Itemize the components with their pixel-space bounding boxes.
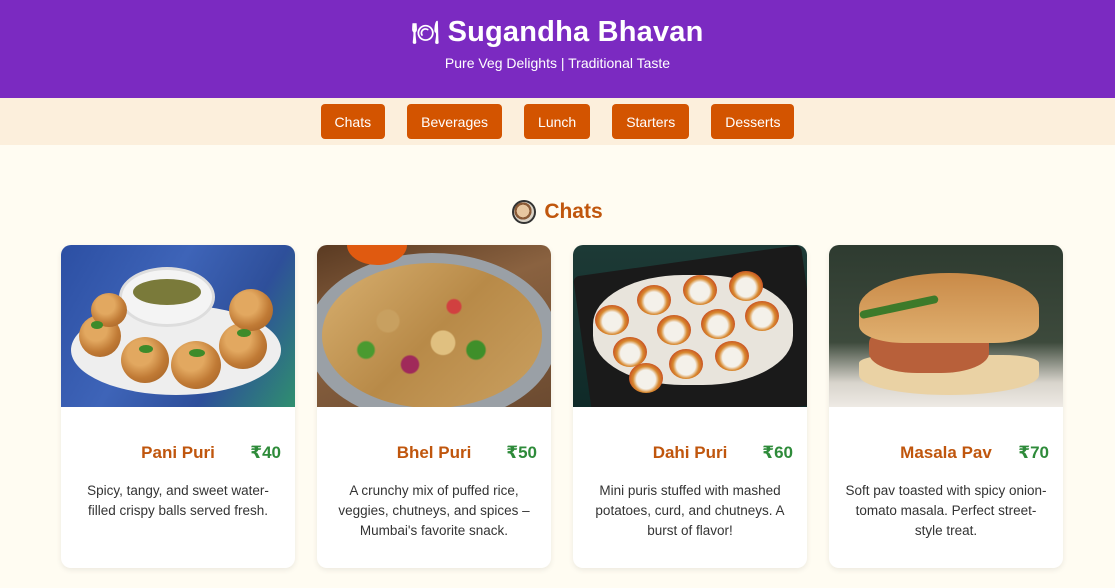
nav-button-desserts[interactable]: Desserts <box>711 104 795 139</box>
pani-puri-image <box>61 245 295 407</box>
category-nav: Chats Beverages Lunch Starters Desserts <box>0 98 1115 145</box>
masala-pav-image <box>829 245 1063 407</box>
item-price: ₹70 <box>1018 443 1049 462</box>
item-name: Dahi Puri <box>652 443 728 462</box>
item-description: A crunchy mix of puffed rice, veggies, c… <box>338 483 530 538</box>
item-price: ₹40 <box>250 443 281 462</box>
item-name: Masala Pav <box>900 443 992 462</box>
nav-button-chats[interactable]: Chats <box>320 104 386 139</box>
item-name: Bhel Puri <box>396 443 472 462</box>
bowl-icon <box>512 200 537 224</box>
item-description: Soft pav toasted with spicy onion-tomato… <box>845 483 1047 538</box>
item-price: ₹60 <box>762 443 793 462</box>
item-description: Mini puris stuffed with mashed potatoes,… <box>595 483 785 538</box>
site-brand: 🍽 Sugandha Bhavan <box>411 16 703 49</box>
dahi-puri-image <box>573 245 807 407</box>
nav-button-beverages[interactable]: Beverages <box>407 104 503 139</box>
nav-button-starters[interactable]: Starters <box>612 104 690 139</box>
menu-card[interactable]: Dahi Puri ₹60 Mini puris stuffed with ma… <box>573 245 807 568</box>
site-title: Sugandha Bhavan <box>447 16 704 48</box>
item-description: Spicy, tangy, and sweet water-filled cri… <box>87 483 269 518</box>
site-tagline: Pure Veg Delights | Traditional Taste <box>444 55 671 71</box>
site-header: 🍽 Sugandha Bhavan Pure Veg Delights | Tr… <box>0 0 1115 98</box>
menu-card[interactable]: Masala Pav ₹70 Soft pav toasted with spi… <box>829 245 1063 568</box>
section-heading: Chats <box>0 200 1115 224</box>
menu-card[interactable]: Pani Puri ₹40 Spicy, tangy, and sweet wa… <box>61 245 295 568</box>
item-price: ₹50 <box>506 443 537 462</box>
menu-card[interactable]: Bhel Puri ₹50 A crunchy mix of puffed ri… <box>317 245 551 568</box>
item-name: Pani Puri <box>141 443 215 462</box>
plate-icon: 🍽 <box>411 19 440 45</box>
section-title: Chats <box>544 200 603 223</box>
nav-button-lunch[interactable]: Lunch <box>524 104 591 139</box>
bhel-puri-image <box>317 245 551 407</box>
menu-cards: Pani Puri ₹40 Spicy, tangy, and sweet wa… <box>61 245 1063 568</box>
